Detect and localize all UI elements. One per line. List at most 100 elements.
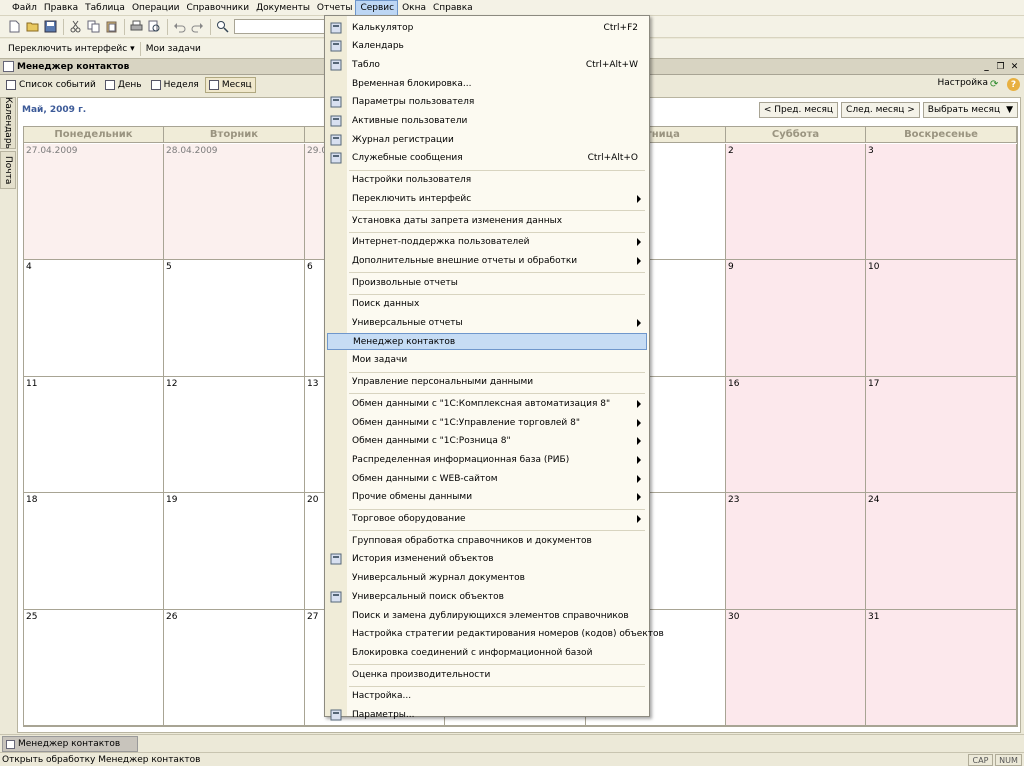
menu-item[interactable]: Распределенная информационная база (РИБ) <box>327 451 647 468</box>
open-folder-icon[interactable] <box>24 19 41 35</box>
day-cell[interactable]: 3 <box>866 144 1017 260</box>
menu-table[interactable]: Таблица <box>81 0 128 16</box>
day-cell[interactable]: 17 <box>866 377 1017 493</box>
menu-file[interactable]: Файл <box>8 0 40 16</box>
new-document-icon[interactable] <box>6 19 23 35</box>
day-cell[interactable]: 4 <box>24 260 164 377</box>
day-number: 16 <box>728 379 740 389</box>
menu-item[interactable]: Поиск данных <box>327 296 647 313</box>
my-tasks-button[interactable]: Мои задачи <box>146 44 201 54</box>
menu-item[interactable]: Произвольные отчеты <box>327 274 647 291</box>
menu-service[interactable]: Сервис <box>355 0 399 16</box>
menu-item[interactable]: Настройка стратегии редактирования номер… <box>327 626 664 643</box>
menu-item[interactable]: Торговое оборудование <box>327 511 647 528</box>
day-cell[interactable]: 2 <box>726 144 866 260</box>
redo-icon[interactable] <box>189 19 206 35</box>
close-icon[interactable]: ✕ <box>1008 60 1021 73</box>
menu-item[interactable]: Блокировка соединений с информационной б… <box>327 644 647 661</box>
menu-item[interactable]: Обмен данными с "1С:Комплексная автомати… <box>327 395 647 412</box>
search-icon[interactable] <box>214 19 231 35</box>
menu-item[interactable]: Активные пользователи <box>327 113 647 130</box>
view-month-button[interactable]: Месяц <box>204 77 256 93</box>
menu-item[interactable]: Оценка производительности <box>327 666 647 683</box>
minimize-icon[interactable]: _ <box>980 60 993 73</box>
menu-item[interactable]: Универсальные отчеты <box>327 315 647 332</box>
view-label: Неделя <box>163 80 199 90</box>
day-cell[interactable]: 5 <box>164 260 305 377</box>
choose-month-button[interactable]: Выбрать месяц ▼ <box>922 102 1018 118</box>
day-cell[interactable]: 25 <box>24 610 164 726</box>
refresh-icon[interactable]: ⟳ <box>990 79 1001 90</box>
menu-reports[interactable]: Отчеты <box>313 0 356 16</box>
menu-item[interactable]: Дополнительные внешние отчеты и обработк… <box>327 252 647 269</box>
tab-mail[interactable]: Почта <box>0 151 16 189</box>
taskbar-item[interactable]: Менеджер контактов <box>2 736 138 752</box>
menu-item[interactable]: Менеджер контактов <box>327 333 647 351</box>
menu-item[interactable]: Управление персональными данными <box>327 374 647 391</box>
copy-icon[interactable] <box>85 19 102 35</box>
menu-item[interactable]: Календарь <box>327 38 647 55</box>
menu-item[interactable]: Настройка... <box>327 688 647 705</box>
menu-item[interactable]: Поиск и замена дублирующихся элементов с… <box>327 607 647 624</box>
day-cell[interactable]: 19 <box>164 493 305 610</box>
day-cell[interactable]: 23 <box>726 493 866 610</box>
print-preview-icon[interactable] <box>146 19 163 35</box>
view-day-button[interactable]: День <box>102 77 145 93</box>
menu-item[interactable]: История изменений объектов <box>327 551 647 568</box>
menu-help[interactable]: Справка <box>429 0 476 16</box>
day-cell[interactable]: 16 <box>726 377 866 493</box>
print-icon[interactable] <box>128 19 145 35</box>
day-cell[interactable]: 26 <box>164 610 305 726</box>
settings-button[interactable]: Настройка <box>938 78 989 88</box>
day-cell[interactable]: 9 <box>726 260 866 377</box>
day-cell[interactable]: 30 <box>726 610 866 726</box>
day-cell[interactable]: 31 <box>866 610 1017 726</box>
restore-icon[interactable]: ❐ <box>994 60 1007 73</box>
menu-documents[interactable]: Документы <box>252 0 313 16</box>
next-month-button[interactable]: След. месяц > <box>841 102 920 118</box>
menu-operations[interactable]: Операции <box>128 0 183 16</box>
day-cell[interactable]: 11 <box>24 377 164 493</box>
day-cell[interactable]: 18 <box>24 493 164 610</box>
menu-item[interactable]: Мои задачи <box>327 352 647 369</box>
menu-item[interactable]: Параметры пользователя <box>327 94 647 111</box>
day-cell[interactable]: 10 <box>866 260 1017 377</box>
menu-item[interactable]: Служебные сообщения Ctrl+Alt+O <box>327 150 647 167</box>
view-events-list-button[interactable]: Список событий <box>3 77 99 93</box>
menu-item[interactable]: Журнал регистрации <box>327 131 647 148</box>
menu-item[interactable]: Обмен данными с "1С:Управление торговлей… <box>327 414 647 431</box>
menu-item[interactable]: Табло Ctrl+Alt+W <box>327 56 647 73</box>
menu-item[interactable]: Универсальный журнал документов <box>327 570 647 587</box>
day-cell[interactable]: 28.04.2009 <box>164 144 305 260</box>
paste-icon[interactable] <box>103 19 120 35</box>
undo-icon[interactable] <box>171 19 188 35</box>
menu-item[interactable]: Интернет-поддержка пользователей <box>327 234 647 251</box>
tab-calendar[interactable]: Календарь <box>0 97 16 149</box>
menu-item[interactable]: Обмен данными с "1С:Розница 8" <box>327 433 647 450</box>
help-icon[interactable]: ? <box>1007 78 1020 91</box>
menu-item[interactable]: Калькулятор Ctrl+F2 <box>327 19 647 36</box>
menu-item[interactable]: Временная блокировка... <box>327 75 647 92</box>
chevron-down-icon[interactable]: ▾ <box>130 44 135 54</box>
save-icon[interactable] <box>42 19 59 35</box>
switch-interface-button[interactable]: Переключить интерфейс <box>8 44 127 54</box>
view-week-button[interactable]: Неделя <box>148 77 202 93</box>
menu-item[interactable]: Параметры... <box>327 707 647 724</box>
cut-icon[interactable] <box>67 19 84 35</box>
day-cell[interactable]: 12 <box>164 377 305 493</box>
menu-item-label: Табло <box>352 59 380 70</box>
prev-month-button[interactable]: < Пред. месяц <box>758 102 839 118</box>
menu-item[interactable]: Универсальный поиск объектов <box>327 588 647 605</box>
menu-item[interactable]: Обмен данными с WEB-сайтом <box>327 470 647 487</box>
day-cell[interactable]: 24 <box>866 493 1017 610</box>
menu-item[interactable]: Прочие обмены данными <box>327 489 647 506</box>
menu-windows[interactable]: Окна <box>398 0 429 16</box>
menu-item[interactable]: Установка даты запрета изменения данных <box>327 212 647 229</box>
menu-item[interactable]: Настройки пользователя <box>327 172 647 189</box>
menu-edit[interactable]: Правка <box>40 0 81 16</box>
menu-item[interactable]: Переключить интерфейс <box>327 190 647 207</box>
search-input[interactable] <box>234 19 332 34</box>
menu-item[interactable]: Групповая обработка справочников и докум… <box>327 532 647 549</box>
menu-catalogs[interactable]: Справочники <box>183 0 253 16</box>
day-cell[interactable]: 27.04.2009 <box>24 144 164 260</box>
